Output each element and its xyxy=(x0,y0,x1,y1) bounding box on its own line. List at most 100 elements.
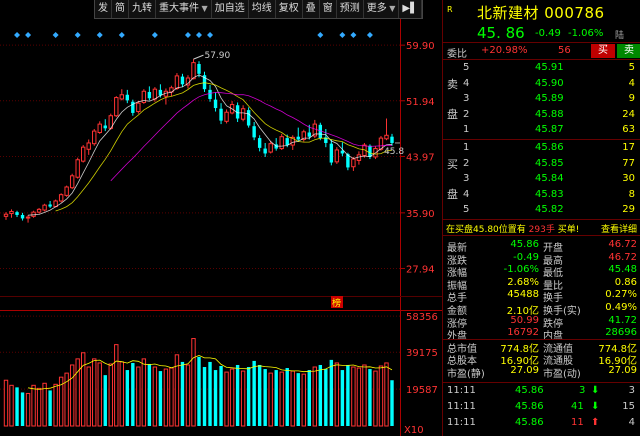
candle-body xyxy=(9,210,14,215)
toolbar-btn-6[interactable]: 复权 xyxy=(276,0,303,18)
toolbar-btn-11[interactable]: ▶▌ xyxy=(399,0,422,18)
trade-price: 45.86 xyxy=(515,401,544,412)
event-diamond-icon xyxy=(350,32,357,38)
event-diamond-icon xyxy=(118,32,125,38)
volume-bar xyxy=(373,370,378,427)
buy-order-row[interactable]: 1 45.86 17 xyxy=(461,141,640,157)
sell-order-row[interactable]: 5 45.91 5 xyxy=(461,61,640,77)
toolbar-btn-5[interactable]: 均线 xyxy=(249,0,276,18)
volume-tick-label: 39175 xyxy=(406,348,438,359)
stat-v1: -0.49 xyxy=(513,251,539,263)
candle-body xyxy=(307,132,311,137)
toolbar-btn-2[interactable]: 九转 xyxy=(129,0,156,18)
trade-count: 15 xyxy=(622,401,635,412)
marker-label: 榜 xyxy=(332,297,341,309)
toolbar-btn-0[interactable]: 发 xyxy=(95,0,112,18)
toolbar-btn-1[interactable]: 简 xyxy=(112,0,129,18)
sell-order-price: 45.88 xyxy=(535,108,564,120)
stat-v1: 45488 xyxy=(507,289,539,301)
sell-button[interactable]: 卖 xyxy=(617,44,640,58)
volume-bar xyxy=(197,356,201,426)
sell-order-row[interactable]: 4 45.90 4 xyxy=(461,77,640,93)
sell-order-row[interactable]: 1 45.87 63 xyxy=(461,123,640,139)
sell-order-price: 45.90 xyxy=(535,77,564,89)
volume-bar xyxy=(158,371,163,426)
volume-bar xyxy=(290,370,295,427)
buy-order-level: 5 xyxy=(463,204,470,216)
buy-order-row[interactable]: 4 45.83 8 xyxy=(461,188,640,204)
volume-bar xyxy=(224,371,229,427)
sell-orderbook: 卖 盘 5 45.91 5 4 45.90 4 3 45.89 9 2 45.88 24 1 45.87 6… xyxy=(443,60,640,140)
toolbar-btn-8[interactable]: 窗 xyxy=(320,0,337,18)
buy-order-level: 3 xyxy=(463,173,470,185)
volume-bar xyxy=(136,366,141,427)
toolbar-btn-10[interactable]: 更多 ▼ xyxy=(364,0,400,18)
candle-body xyxy=(97,123,102,133)
volume-bar xyxy=(103,375,107,426)
stat-v1: -1.06% xyxy=(503,264,539,276)
toolbar-btn-3[interactable]: 重大事件 ▼ xyxy=(156,0,212,18)
volume-bar xyxy=(152,366,158,427)
toolbar-btn-label: 均线 xyxy=(251,3,272,14)
stock-title[interactable]: 北新建材 000786 xyxy=(477,2,605,23)
volume-bar xyxy=(169,367,174,427)
sell-order-price: 45.91 xyxy=(535,62,564,73)
buy-order-level: 4 xyxy=(463,188,470,200)
buy-button[interactable]: 买 xyxy=(591,44,615,58)
toolbar-btn-4[interactable]: 加自选 xyxy=(212,0,249,18)
volume-bar xyxy=(301,373,306,427)
candle-body xyxy=(86,142,91,150)
stat-v1: 16792 xyxy=(507,327,539,339)
view-detail-link[interactable]: 查看详细 xyxy=(601,222,637,235)
toolbar-btn-label: 窗 xyxy=(322,3,333,14)
high-annotation-label: 57.90 xyxy=(204,51,230,61)
buy-order-vol: 17 xyxy=(622,142,635,153)
event-diamond-icon xyxy=(151,32,158,38)
sell-order-vol: 4 xyxy=(628,77,635,89)
volume-bar xyxy=(131,362,135,426)
sell-order-level: 4 xyxy=(463,77,470,89)
candle-body xyxy=(42,204,47,211)
toolbar-btn-label: 预测 xyxy=(339,3,360,14)
sell-order-vol: 24 xyxy=(622,108,635,120)
volume-bar xyxy=(75,358,80,427)
volume-unit-label: X10 xyxy=(404,425,424,436)
toolbar-btn-9[interactable]: 预测 xyxy=(337,0,364,18)
buy-order-price: 45.83 xyxy=(535,188,564,200)
candle-body xyxy=(58,194,64,202)
chevron-down-icon: ▼ xyxy=(199,4,208,13)
candle-body xyxy=(119,94,124,100)
stat-v1: 50.99 xyxy=(510,314,539,326)
toolbar-btn-label: ▶▌ xyxy=(402,3,418,14)
order-note-row: 在买盘45.80位置有 293手 买单! 查看详细 xyxy=(443,220,640,236)
buy-order-row[interactable]: 2 45.85 77 xyxy=(461,157,640,173)
stat-v1: 45.86 xyxy=(510,239,539,250)
stat-row: 金额 2.10亿 换手(实) 0.49% xyxy=(443,302,640,317)
volume-bar xyxy=(240,370,246,427)
stat-v2: 0.86 xyxy=(614,276,637,288)
sell-order-level: 5 xyxy=(463,62,470,73)
toolbar-btn-label: 加自选 xyxy=(214,3,245,14)
price-change: -0.49 xyxy=(535,28,561,39)
sell-order-level: 1 xyxy=(463,124,470,136)
buy-order-row[interactable]: 5 45.82 29 xyxy=(461,203,640,219)
buy-order-row[interactable]: 3 45.84 30 xyxy=(461,172,640,188)
stat-v1: 2.68% xyxy=(507,276,539,288)
arrow-up-icon: ⬆ xyxy=(591,417,600,428)
toolbar-btn-7[interactable]: 叠 xyxy=(303,0,320,18)
kline-chart-area[interactable]: 59.90 51.94 43.97 35.90 27.94 58356 39175 19587… xyxy=(0,0,442,436)
ma-line-20 xyxy=(110,91,393,182)
sell-order-row[interactable]: 3 45.89 9 xyxy=(461,92,640,108)
sell-order-row[interactable]: 2 45.88 24 xyxy=(461,108,640,124)
volume-bar xyxy=(378,365,384,427)
volume-bar xyxy=(263,369,267,426)
sell-order-vol: 63 xyxy=(622,124,635,136)
volume-bar xyxy=(108,363,113,427)
trade-price: 45.86 xyxy=(515,385,544,396)
stat-v1: 27.09 xyxy=(510,365,539,376)
arrow-down-icon: ⬇ xyxy=(591,401,600,412)
volume-bar xyxy=(48,390,52,426)
price-row: 45. 86 -0.49 -1.06% 陆 xyxy=(443,22,640,42)
event-diamond-icon xyxy=(317,32,324,38)
stat-l1: 市盈(静) xyxy=(447,369,485,380)
